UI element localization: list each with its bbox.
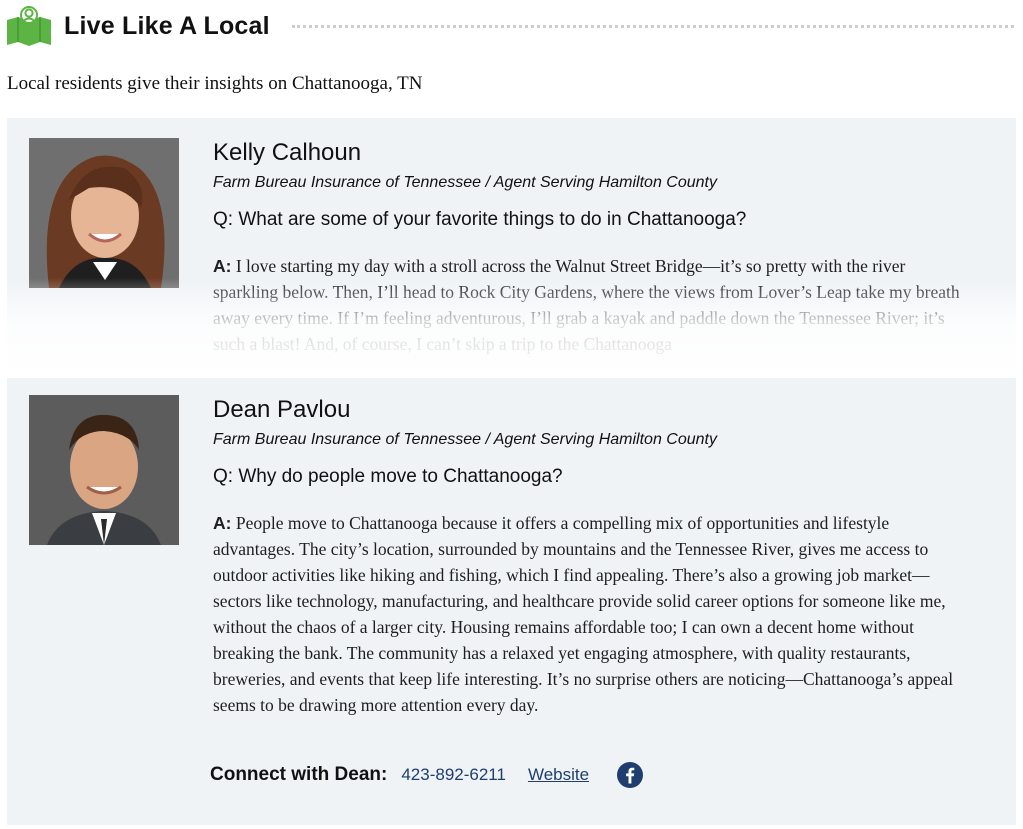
resident-answer: A: People move to Chattanooga because it…	[213, 510, 963, 718]
section-header: Live Like A Local	[6, 6, 1016, 46]
resident-role: Farm Bureau Insurance of Tennessee / Age…	[213, 431, 717, 448]
answer-label: A:	[213, 513, 232, 533]
resident-photo	[29, 138, 179, 288]
local-people-map-icon	[7, 6, 51, 46]
resident-photo	[29, 395, 179, 545]
page-subtitle: Local residents give their insights on C…	[7, 73, 423, 94]
facebook-icon[interactable]	[617, 762, 644, 788]
answer-label: A:	[213, 256, 232, 276]
resident-card: Dean Pavlou Farm Bureau Insurance of Ten…	[7, 378, 1016, 825]
resident-name: Kelly Calhoun	[213, 139, 362, 166]
resident-question: Q: Why do people move to Chattanooga?	[213, 466, 563, 487]
resident-card: Kelly Calhoun Farm Bureau Insurance of T…	[7, 118, 1016, 378]
header-divider	[291, 24, 1014, 28]
resident-name: Dean Pavlou	[213, 396, 351, 423]
page-title: Live Like A Local	[64, 11, 270, 40]
phone-link[interactable]: 423-892-6211	[401, 765, 506, 785]
resident-role: Farm Bureau Insurance of Tennessee / Age…	[213, 174, 717, 191]
read-more-fade[interactable]	[7, 278, 1016, 378]
answer-text: People move to Chattanooga because it of…	[213, 513, 954, 715]
resident-question: Q: What are some of your favorite things…	[213, 209, 747, 230]
connect-row: Connect with Dean: 423-892-6211 Website	[210, 762, 644, 788]
website-link[interactable]: Website	[528, 765, 589, 785]
connect-label: Connect with Dean:	[210, 764, 388, 785]
